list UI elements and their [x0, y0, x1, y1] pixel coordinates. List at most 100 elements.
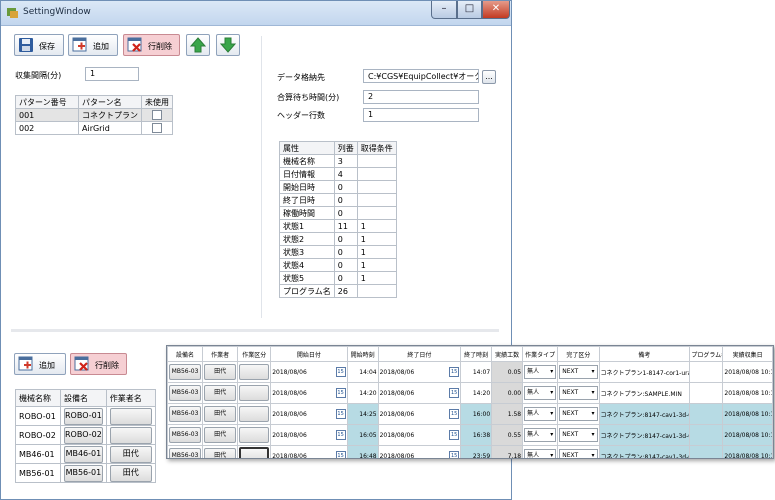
- equip-button[interactable]: MB56-03: [169, 427, 202, 443]
- start-time-cell[interactable]: 16:48: [346, 445, 379, 458]
- table-row[interactable]: ROBO-02 ROBO-02: [15, 425, 156, 445]
- table-row[interactable]: 稼働時間 0: [279, 206, 397, 220]
- table-row[interactable]: 機械名称 3: [279, 154, 397, 168]
- worker-cell[interactable]: 田代: [202, 445, 239, 458]
- start-time-cell[interactable]: 14:04: [346, 361, 379, 383]
- title-bar[interactable]: SettingWindow – □ ✕: [1, 1, 511, 26]
- header-rows-input[interactable]: 1: [363, 108, 479, 122]
- note-cell[interactable]: コネクトプラン:8147-cav1-3d-01.PN: [598, 445, 691, 458]
- kubun-button[interactable]: [239, 406, 270, 422]
- merge-wait-input[interactable]: 2: [363, 90, 479, 104]
- done-kubun-cell[interactable]: NEXT ▾: [557, 445, 600, 458]
- kubun-cell[interactable]: [237, 424, 272, 446]
- table-row[interactable]: 終了日時 0: [279, 193, 397, 207]
- table-row[interactable]: MB46-01 MB46-01 田代: [15, 444, 156, 464]
- worker-name-button[interactable]: [109, 426, 152, 444]
- start-date-cell[interactable]: 2018/08/06 15: [270, 424, 348, 446]
- table-row[interactable]: 状態3 0 1: [279, 245, 397, 259]
- end-time-cell[interactable]: 16:38: [460, 424, 493, 446]
- end-time-cell[interactable]: 14:07: [460, 361, 493, 383]
- work-type-dropdown[interactable]: 無人 ▾: [524, 407, 557, 421]
- calendar-icon[interactable]: 15: [335, 430, 346, 440]
- worker-button[interactable]: 田代: [204, 448, 237, 458]
- equip-cell[interactable]: MB56-03: [167, 361, 204, 383]
- calendar-icon[interactable]: 15: [449, 430, 460, 440]
- work-type-dropdown[interactable]: 無人 ▾: [524, 428, 557, 442]
- calendar-icon[interactable]: 15: [449, 367, 460, 377]
- program-cell[interactable]: [689, 382, 724, 404]
- equip-cell[interactable]: MB56-03: [167, 382, 204, 404]
- table-row[interactable]: MB56-03 田代 2018/08/06 15 16:48 2018/08/06 15 23…: [167, 445, 773, 458]
- worker-cell[interactable]: 田代: [202, 361, 239, 383]
- equip-name-button[interactable]: MB46-01: [64, 445, 103, 463]
- end-date-cell[interactable]: 2018/08/06 15: [377, 361, 462, 383]
- end-date-cell[interactable]: 2018/08/06 15: [377, 382, 462, 404]
- minimize-button[interactable]: –: [431, 1, 457, 19]
- work-type-dropdown[interactable]: 無人 ▾: [524, 449, 557, 458]
- start-date-cell[interactable]: 2018/08/06 15: [270, 445, 348, 458]
- done-kubun-cell[interactable]: NEXT ▾: [557, 403, 600, 425]
- work-type-cell[interactable]: 無人 ▾: [522, 445, 559, 458]
- table-row[interactable]: MB56-03 田代 2018/08/06 15 14:25 2018/08/06 15 16…: [167, 403, 773, 425]
- kubun-button[interactable]: [239, 385, 270, 401]
- start-time-cell[interactable]: 16:05: [346, 424, 379, 446]
- end-time-cell[interactable]: 23:59: [460, 445, 493, 458]
- maximize-button[interactable]: □: [457, 1, 482, 19]
- table-row[interactable]: 開始日時 0: [279, 180, 397, 194]
- equip-button[interactable]: MB56-03: [169, 364, 202, 380]
- note-cell[interactable]: コネクトプラン1-8147-cor1-ura2.PN: [598, 361, 691, 383]
- end-time-cell[interactable]: 16:00: [460, 403, 493, 425]
- table-row[interactable]: 状態1 11 1: [279, 219, 397, 233]
- start-date-cell[interactable]: 2018/08/06 15: [270, 403, 348, 425]
- unused-checkbox[interactable]: [152, 123, 162, 133]
- close-button[interactable]: ✕: [482, 1, 510, 19]
- delete-row-button[interactable]: 行削除: [123, 34, 180, 56]
- table-row[interactable]: 日付情報 4: [279, 167, 397, 181]
- worker-button[interactable]: 田代: [204, 406, 237, 422]
- unused-checkbox[interactable]: [152, 110, 162, 120]
- add-button[interactable]: 追加: [68, 34, 118, 56]
- done-kubun-cell[interactable]: NEXT ▾: [557, 361, 600, 383]
- equip-name-button[interactable]: MB56-01: [64, 464, 103, 482]
- table-row[interactable]: 002 AirGrid: [15, 121, 173, 135]
- kubun-button[interactable]: [239, 447, 270, 458]
- work-type-dropdown[interactable]: 無人 ▾: [524, 365, 557, 379]
- end-date-cell[interactable]: 2018/08/06 15: [377, 424, 462, 446]
- worker-name-button[interactable]: [109, 407, 152, 425]
- done-kubun-cell[interactable]: NEXT ▾: [557, 382, 600, 404]
- equip-cell[interactable]: MB56-03: [167, 445, 204, 458]
- start-time-cell[interactable]: 14:25: [346, 403, 379, 425]
- table-row[interactable]: 状態4 0 1: [279, 258, 397, 272]
- equip-button[interactable]: MB56-03: [169, 385, 202, 401]
- table-row[interactable]: MB56-03 田代 2018/08/06 15 16:05 2018/08/06 15 16…: [167, 424, 773, 446]
- kubun-cell[interactable]: [237, 445, 272, 458]
- equip-cell[interactable]: MB56-03: [167, 424, 204, 446]
- data-dest-input[interactable]: C:¥CGS¥EquipCollect¥オーク: [363, 69, 479, 83]
- table-row[interactable]: 状態5 0 1: [279, 271, 397, 285]
- move-up-button[interactable]: [186, 34, 210, 56]
- calendar-icon[interactable]: 15: [335, 388, 346, 398]
- work-type-cell[interactable]: 無人 ▾: [522, 424, 559, 446]
- program-cell[interactable]: [689, 361, 724, 383]
- start-date-cell[interactable]: 2018/08/06 15: [270, 361, 348, 383]
- end-time-cell[interactable]: 14:20: [460, 382, 493, 404]
- done-kubun-dropdown[interactable]: NEXT ▾: [559, 407, 598, 421]
- table-row[interactable]: MB56-03 田代 2018/08/06 15 14:04 2018/08/06 15 14…: [167, 361, 773, 383]
- end-date-cell[interactable]: 2018/08/06 15: [377, 445, 462, 458]
- done-kubun-dropdown[interactable]: NEXT ▾: [559, 428, 598, 442]
- add-machine-button[interactable]: 追加: [14, 353, 66, 375]
- work-type-cell[interactable]: 無人 ▾: [522, 403, 559, 425]
- save-button[interactable]: 保存: [14, 34, 64, 56]
- kubun-cell[interactable]: [237, 382, 272, 404]
- note-cell[interactable]: コネクトプラン:SAMPLE.MIN: [598, 382, 691, 404]
- worker-button[interactable]: 田代: [204, 385, 237, 401]
- delete-machine-row-button[interactable]: 行削除: [70, 353, 127, 375]
- work-type-cell[interactable]: 無人 ▾: [522, 382, 559, 404]
- done-kubun-cell[interactable]: NEXT ▾: [557, 424, 600, 446]
- move-down-button[interactable]: [216, 34, 240, 56]
- calendar-icon[interactable]: 15: [449, 409, 460, 419]
- done-kubun-dropdown[interactable]: NEXT ▾: [559, 449, 598, 458]
- done-kubun-dropdown[interactable]: NEXT ▾: [559, 365, 598, 379]
- worker-cell[interactable]: 田代: [202, 424, 239, 446]
- kubun-cell[interactable]: [237, 361, 272, 383]
